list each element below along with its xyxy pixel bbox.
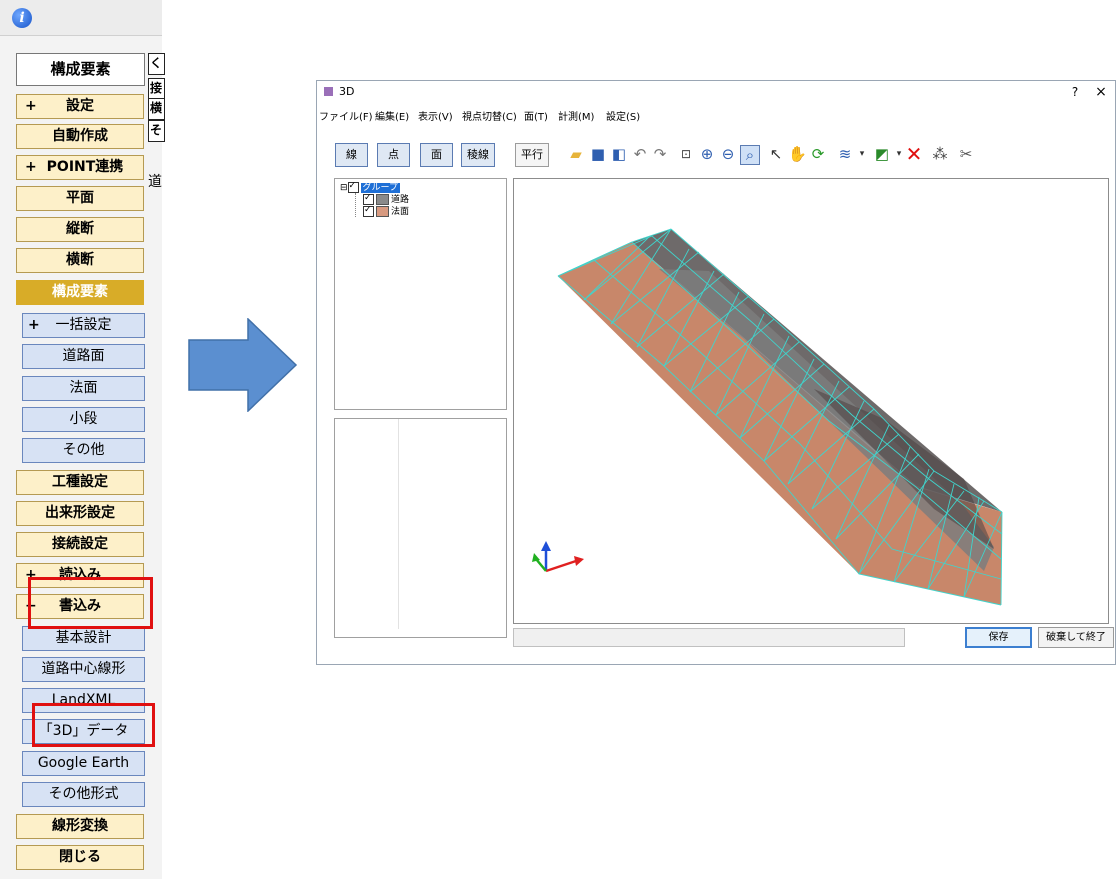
save-icon[interactable]: ■ <box>589 145 607 163</box>
tree-item-label: 法面 <box>391 207 410 217</box>
highlight-export <box>28 577 153 629</box>
strip-tab-cross[interactable]: 横 <box>148 98 165 120</box>
menu-cross-section[interactable]: 横断 <box>16 248 144 273</box>
menu-bulk-settings[interactable]: + 一括設定 <box>22 313 145 338</box>
menu-berm[interactable]: 小段 <box>22 407 145 432</box>
mode-edge-button[interactable]: 稜線 <box>461 143 495 167</box>
menu-components-active[interactable]: 構成要素 <box>16 280 144 305</box>
open-folder-icon[interactable]: ▰ <box>567 145 585 163</box>
help-button[interactable]: ? <box>1065 83 1085 101</box>
section-plane-icon[interactable]: ◩ <box>873 145 891 163</box>
collapse-toggle-icon[interactable]: ⊟ <box>340 183 348 193</box>
layers-dropdown-icon[interactable]: ▾ <box>853 145 871 163</box>
menu-google-earth[interactable]: Google Earth <box>22 751 145 776</box>
color-swatch <box>376 194 389 205</box>
right-arrow-icon <box>188 318 298 412</box>
mode-face-button[interactable]: 面 <box>420 143 453 167</box>
mode-line-button[interactable]: 線 <box>335 143 368 167</box>
tree-item-slope[interactable]: 法面 <box>363 204 410 218</box>
tree-line <box>355 193 357 217</box>
delete-icon[interactable]: ✕ <box>905 144 923 164</box>
zoom-extents-icon[interactable]: ⊡ <box>677 145 695 163</box>
menu-edit[interactable]: 編集(E) <box>375 108 409 123</box>
menu-viewpoint[interactable]: 視点切替(C) <box>462 108 517 123</box>
menu-longitudinal[interactable]: 縦断 <box>16 217 144 242</box>
toolbar: 線 点 面 稜線 平行 ▰ ■ ◧ ↶ ↷ ⊡ ⊕ ⊖ ⌕ ↖ ✋ ⟳ ≋ ▾ … <box>317 137 1116 173</box>
pan-hand-icon[interactable]: ✋ <box>788 145 807 163</box>
window-title: 3D <box>339 85 355 98</box>
menu-road-surface[interactable]: 道路面 <box>22 344 145 369</box>
zoom-out-icon[interactable]: ⊖ <box>719 145 737 163</box>
menu-slope[interactable]: 法面 <box>22 376 145 401</box>
points-icon[interactable]: ⁂ <box>931 145 949 163</box>
menu-bar: ファイル(F) 編集(E) 表示(V) 視点切替(C) 面(T) 計測(M) 設… <box>317 105 1116 123</box>
zoom-in-icon[interactable]: ⊕ <box>698 145 716 163</box>
menu-label: 一括設定 <box>55 317 112 333</box>
menu-point-link[interactable]: + POINT連携 <box>16 155 144 180</box>
menu-label: POINT連携 <box>46 159 124 175</box>
3d-window: 3D ? × ファイル(F) 編集(E) 表示(V) 視点切替(C) 面(T) … <box>316 80 1116 665</box>
save-as-icon[interactable]: ◧ <box>610 145 628 163</box>
menu-file[interactable]: ファイル(F) <box>319 108 373 123</box>
color-swatch <box>376 206 389 217</box>
discard-and-exit-button[interactable]: 破棄して終了 <box>1038 627 1114 648</box>
checkbox[interactable] <box>363 204 374 217</box>
menu-other-format[interactable]: その他形式 <box>22 782 145 807</box>
tools-icon[interactable]: ✂ <box>957 145 975 163</box>
properties-panel <box>334 418 507 638</box>
menu-as-built[interactable]: 出来形設定 <box>16 501 144 526</box>
3d-viewport[interactable] <box>513 178 1109 624</box>
menu-measure[interactable]: 計測(M) <box>558 108 594 123</box>
layer-tree-panel: ⊟グループ 道路 法面 <box>334 178 507 410</box>
tree-item-label: 道路 <box>391 195 410 205</box>
undo-icon[interactable]: ↶ <box>631 145 649 163</box>
save-button[interactable]: 保存 <box>965 627 1032 648</box>
menu-connection[interactable]: 接続設定 <box>16 532 144 557</box>
select-pointer-icon[interactable]: ↖ <box>767 145 785 163</box>
status-field <box>513 628 905 647</box>
strip-text: 道 <box>148 174 162 190</box>
menu-label: 設定 <box>66 98 94 114</box>
menu-close[interactable]: 閉じる <box>16 845 144 870</box>
rotate-icon[interactable]: ⟳ <box>809 145 827 163</box>
menu-view[interactable]: 表示(V) <box>418 108 453 123</box>
strip-tab-connect[interactable]: 接 <box>148 78 165 100</box>
menu-other[interactable]: その他 <box>22 438 145 463</box>
highlight-3d-data <box>32 703 155 747</box>
info-icon[interactable]: i <box>12 8 32 28</box>
left-sidebar: i 構成要素 く 接 横 そ 道 + 設定 自動作成 + POINT連携 平面 縦断… <box>0 0 165 879</box>
tab-components[interactable]: 構成要素 <box>16 53 145 86</box>
mode-point-button[interactable]: 点 <box>377 143 410 167</box>
menu-work-type[interactable]: 工種設定 <box>16 470 144 495</box>
strip-tab-back[interactable]: く <box>148 53 165 75</box>
zoom-window-icon[interactable]: ⌕ <box>740 145 760 165</box>
strip-tab-other[interactable]: そ <box>148 120 165 142</box>
close-button[interactable]: × <box>1089 83 1113 101</box>
road-mesh-model <box>532 228 1003 606</box>
column-divider <box>398 419 399 629</box>
menu-settings[interactable]: + 設定 <box>16 94 144 119</box>
menu-basic-design[interactable]: 基本設計 <box>22 626 145 651</box>
redo-icon[interactable]: ↷ <box>651 145 669 163</box>
menu-auto-create[interactable]: 自動作成 <box>16 124 144 149</box>
checkbox[interactable] <box>347 180 359 193</box>
menu-face[interactable]: 面(T) <box>524 108 548 123</box>
parallel-button[interactable]: 平行 <box>515 143 549 167</box>
title-bar: 3D ? × <box>317 81 1116 103</box>
menu-setting[interactable]: 設定(S) <box>606 108 640 123</box>
menu-road-centerline[interactable]: 道路中心線形 <box>22 657 145 682</box>
app-icon <box>324 87 333 96</box>
layers-icon[interactable]: ≋ <box>836 145 854 163</box>
expand-icon: + <box>25 98 37 114</box>
expand-icon: + <box>28 317 40 333</box>
collapsed-panel-strip: く 接 横 そ 道 <box>148 53 165 190</box>
menu-alignment-convert[interactable]: 線形変換 <box>16 814 144 839</box>
expand-icon: + <box>25 159 37 175</box>
menu-plan[interactable]: 平面 <box>16 186 144 211</box>
axis-gizmo <box>532 541 584 573</box>
